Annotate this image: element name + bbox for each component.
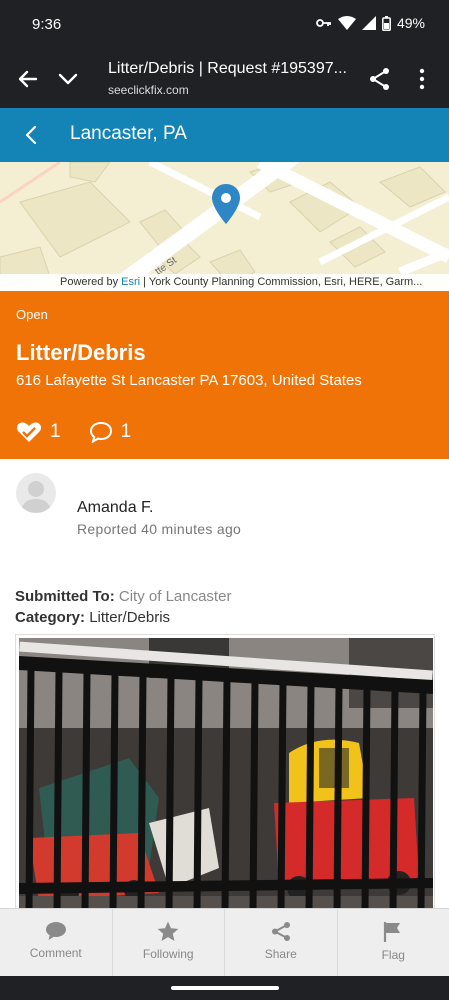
status-bar: 9:36 49% — [0, 0, 449, 50]
category-value: Litter/Debris — [89, 609, 171, 626]
reported-time: Reported 40 minutes ago — [77, 521, 242, 537]
submitted-to-label: Submitted To: — [15, 588, 115, 605]
avatar[interactable] — [16, 473, 56, 513]
vpn-key-icon — [316, 19, 331, 27]
location-map[interactable]: tte St Powered by Esri | York County Pla… — [0, 162, 449, 291]
map-tiles: tte St — [0, 162, 449, 291]
submitted-to-row: Submitted To: City of Lancaster — [15, 586, 231, 607]
support-count: 1 — [50, 421, 61, 442]
map-pin-icon[interactable] — [212, 184, 240, 224]
browser-toolbar: Litter/Debris | Request #195397... seecl… — [0, 50, 449, 108]
following-label: Following — [142, 947, 194, 961]
support-button[interactable]: 1 — [16, 421, 61, 443]
signal-icon — [361, 16, 376, 30]
attribution-rest: | York County Planning Commission, Esri,… — [140, 276, 423, 288]
chevron-left-icon[interactable] — [18, 122, 44, 148]
home-handle[interactable] — [171, 986, 279, 990]
issue-actions: 1 1 — [16, 421, 159, 443]
reporter-name[interactable]: Amanda F. — [77, 499, 153, 517]
comment-button[interactable]: Comment — [0, 909, 113, 976]
issue-summary: Open Litter/Debris 616 Lafayette St Lanc… — [0, 291, 449, 459]
comment-bubble-icon — [89, 421, 112, 443]
gesture-navigation-bar — [0, 976, 449, 1000]
flag-icon — [384, 922, 401, 942]
category-row: Category: Litter/Debris — [15, 607, 231, 628]
attribution-prefix: Powered by — [60, 276, 122, 288]
battery-icon — [382, 15, 391, 31]
issue-title: Litter/Debris — [16, 340, 146, 365]
status-icons: 49% — [316, 15, 425, 31]
comment-count: 1 — [120, 421, 132, 442]
status-time: 9:36 — [32, 16, 62, 33]
map-attribution: Powered by Esri | York County Planning C… — [0, 274, 449, 291]
photo-image — [19, 638, 433, 909]
status-badge: Open — [16, 307, 48, 322]
default-avatar-icon — [21, 481, 51, 513]
share-icon — [271, 922, 290, 941]
heart-check-icon — [16, 422, 42, 442]
chevron-down-icon[interactable] — [54, 65, 82, 93]
comment-icon — [45, 922, 66, 940]
comment-label: Comment — [29, 946, 82, 960]
header-title: Lancaster, PA — [70, 123, 187, 144]
following-button[interactable]: Following — [113, 909, 225, 976]
reporter-section: Amanda F. Reported 40 minutes ago — [0, 459, 449, 579]
battery-percent: 49% — [396, 15, 425, 31]
bottom-action-bar: Comment Following Share Flag — [0, 908, 449, 976]
share-icon[interactable] — [366, 65, 394, 93]
esri-link[interactable]: Esri — [121, 276, 140, 288]
issue-address: 616 Lafayette St Lancaster PA 17603, Uni… — [16, 372, 362, 389]
star-icon — [157, 921, 179, 941]
issue-photo[interactable] — [15, 634, 435, 910]
page-title: Litter/Debris | Request #195397... — [108, 60, 347, 77]
flag-label: Flag — [381, 948, 405, 962]
share-button[interactable]: Share — [225, 909, 338, 976]
more-vert-icon[interactable] — [408, 65, 436, 93]
wifi-icon — [337, 16, 356, 30]
arrow-back-icon[interactable] — [14, 65, 42, 93]
issue-details: Submitted To: City of Lancaster Category… — [15, 586, 231, 628]
comments-button[interactable]: 1 — [89, 421, 132, 443]
page-url: seeclickfix.com — [108, 83, 189, 97]
flag-button[interactable]: Flag — [338, 909, 449, 976]
category-label: Category: — [15, 609, 86, 626]
share-label: Share — [264, 947, 297, 961]
app-header: Lancaster, PA — [0, 108, 449, 162]
submitted-to-link[interactable]: City of Lancaster — [119, 588, 232, 605]
